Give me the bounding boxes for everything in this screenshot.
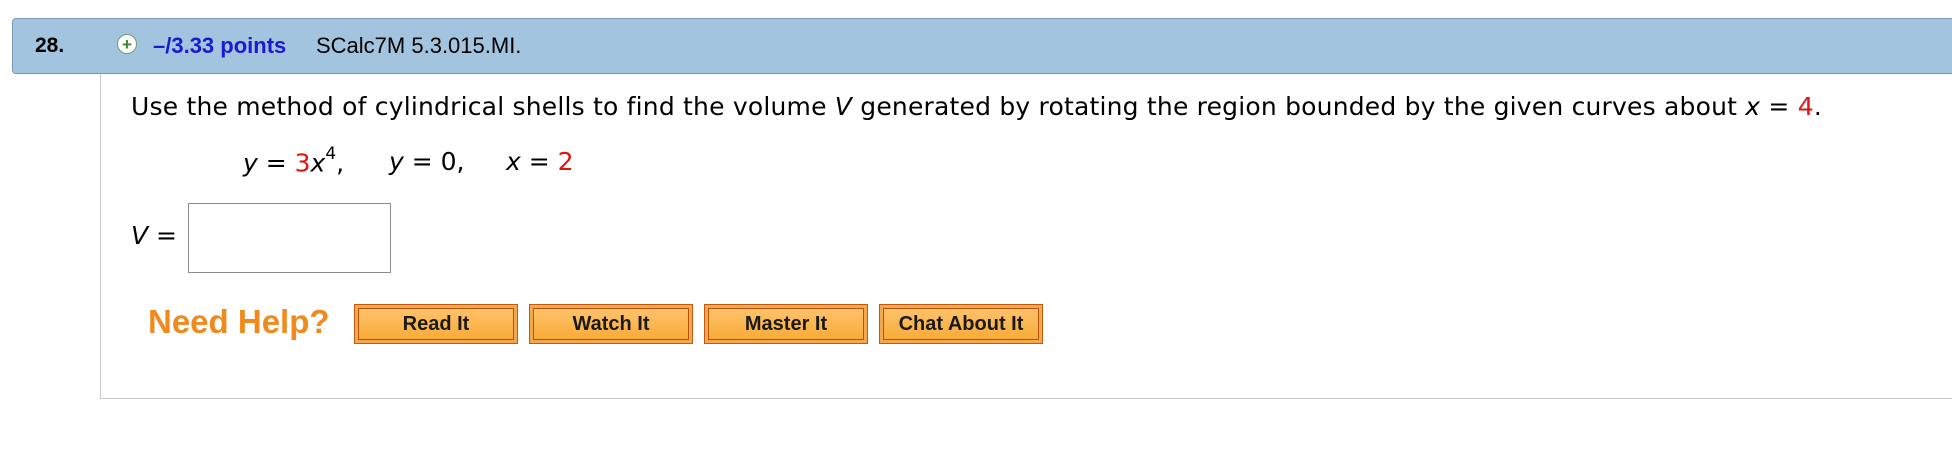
question-text: Use the method of cylindrical shells to … <box>131 92 1822 121</box>
curve-3-value: 2 <box>557 147 574 176</box>
curve-1-coefficient: 3 <box>294 148 311 178</box>
variable-v: V <box>834 92 853 121</box>
master-it-label: Master It <box>708 308 864 340</box>
variable-x: x <box>1745 92 1761 121</box>
question-number: 28. <box>35 34 65 57</box>
watch-it-button[interactable]: Watch It <box>529 304 693 344</box>
volume-answer-input[interactable] <box>188 203 391 273</box>
watch-it-label: Watch It <box>533 308 689 340</box>
course-reference: SCalc7M 5.3.015.MI. <box>316 33 522 58</box>
answer-label: V = <box>131 221 178 250</box>
read-it-label: Read It <box>358 308 514 340</box>
curve-3: x = 2 <box>506 147 574 176</box>
chat-about-it-label: Chat About It <box>883 308 1039 340</box>
points-label: –/3.33 points <box>153 33 287 58</box>
need-help-title: Need Help? <box>148 303 330 340</box>
axis-value: 4 <box>1797 92 1814 121</box>
curve-1: y = 3x4, <box>243 144 345 178</box>
curve-2: y = 0, <box>389 147 465 176</box>
chat-about-it-button[interactable]: Chat About It <box>879 304 1043 344</box>
read-it-button[interactable]: Read It <box>354 304 518 344</box>
master-it-button[interactable]: Master It <box>704 304 868 344</box>
question-header: 28. + –/3.33 points SCalc7M 5.3.015.MI. <box>12 18 1952 74</box>
curve-1-exponent: 4 <box>325 144 337 164</box>
plus-circle-icon[interactable]: + <box>117 34 137 54</box>
